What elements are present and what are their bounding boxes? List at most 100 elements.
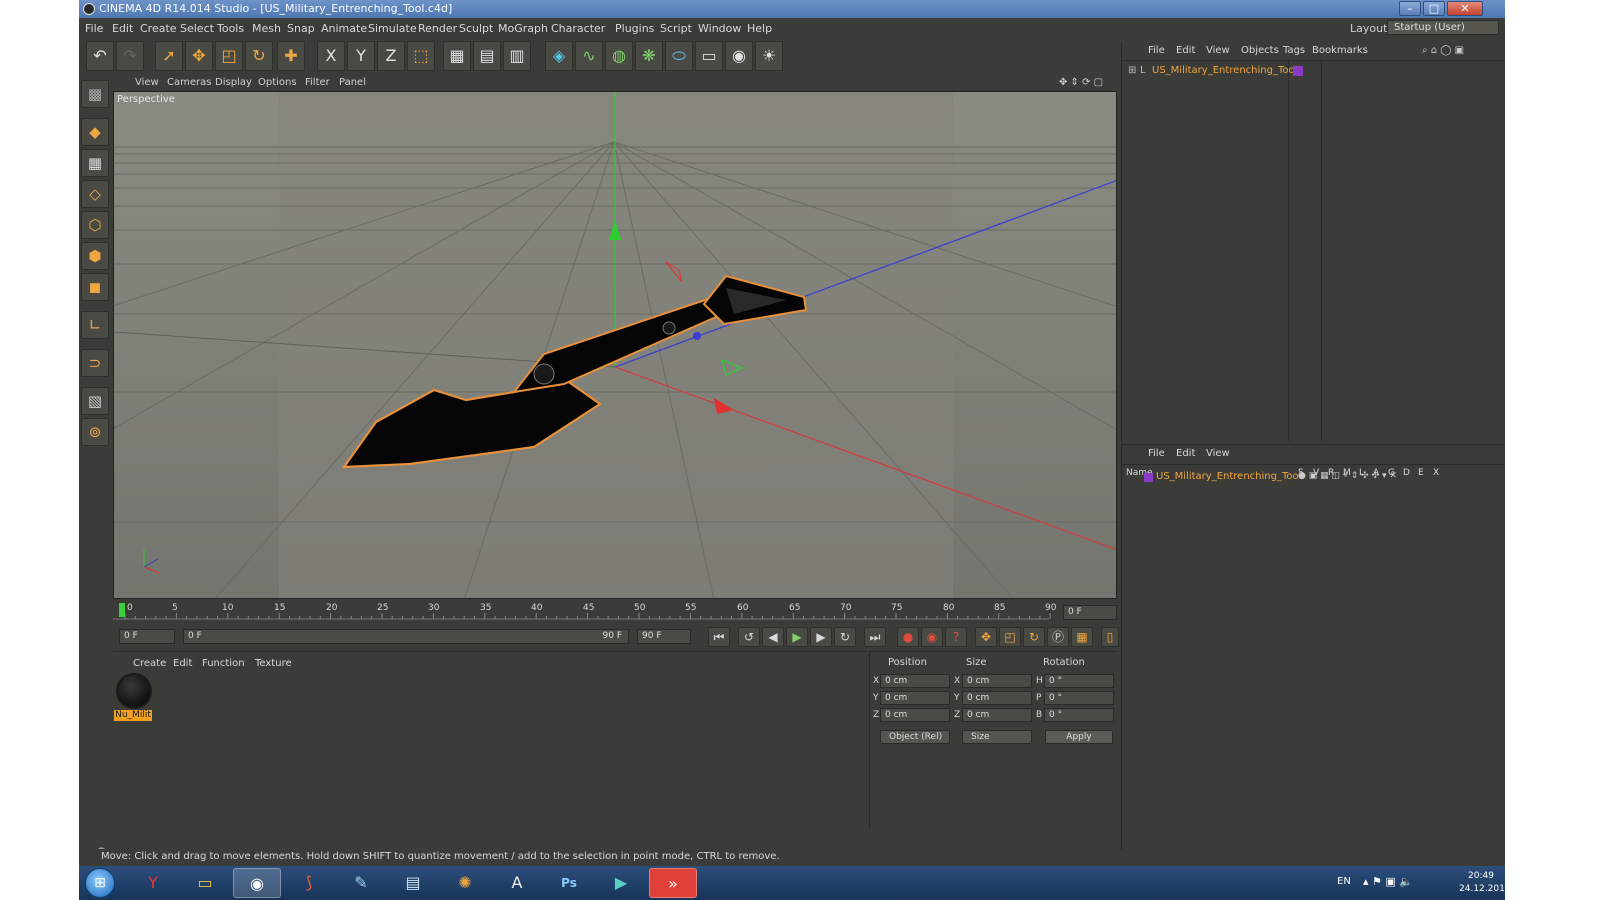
yandex-icon[interactable]: Y bbox=[129, 868, 177, 898]
om-menu-tags[interactable]: Tags bbox=[1283, 45, 1305, 56]
menu-snap[interactable]: Snap bbox=[287, 22, 315, 35]
maximize-button[interactable]: □ bbox=[1423, 1, 1445, 16]
move-icon[interactable]: ✥ bbox=[185, 41, 213, 71]
writer-icon[interactable]: A bbox=[493, 868, 541, 898]
layer-color-swatch[interactable] bbox=[1144, 473, 1153, 482]
autokey-icon[interactable]: ◉ bbox=[921, 627, 943, 647]
workplane-lock-icon[interactable]: ▧ bbox=[81, 387, 109, 415]
size-y-field[interactable]: 0 cm bbox=[962, 691, 1032, 705]
rotate-icon[interactable]: ↻ bbox=[245, 41, 273, 71]
viewport-menu-display[interactable]: Display bbox=[215, 77, 252, 88]
object-item-name[interactable]: US_Military_Entrenching_Tool bbox=[1152, 65, 1297, 76]
range-slider[interactable]: 0 F 90 F bbox=[183, 629, 629, 644]
material-swatch[interactable] bbox=[116, 673, 152, 709]
app-icon[interactable]: ⟆ bbox=[285, 868, 333, 898]
lm-menu-file[interactable]: File bbox=[1148, 448, 1165, 459]
om-menu-file[interactable]: File bbox=[1148, 45, 1165, 56]
layer-item-name[interactable]: US_Military_Entrenching_Tool bbox=[1156, 471, 1301, 482]
tray-icons[interactable]: ▴ ⚑ ▣ 🔈 bbox=[1363, 875, 1413, 888]
viewport-perspective[interactable]: Perspective bbox=[113, 91, 1117, 599]
layout-select[interactable]: Startup (User) bbox=[1387, 20, 1499, 35]
menu-file[interactable]: File bbox=[85, 22, 103, 35]
keyframe-selection-icon[interactable]: ? bbox=[945, 627, 967, 647]
explorer-icon[interactable]: ▭ bbox=[181, 868, 229, 898]
timeline-window-icon[interactable]: ▯ bbox=[1101, 627, 1119, 647]
snap-icon[interactable]: ⊃ bbox=[81, 349, 109, 377]
render-pv-icon[interactable]: ▤ bbox=[473, 41, 501, 71]
axis-mode-icon[interactable]: ∟ bbox=[81, 311, 109, 339]
viewport-menu-options[interactable]: Options bbox=[258, 77, 297, 88]
menu-render[interactable]: Render bbox=[418, 22, 457, 35]
render-settings-icon[interactable]: ▥ bbox=[503, 41, 531, 71]
start-frame-field[interactable]: 0 F bbox=[119, 629, 175, 644]
select-icon[interactable]: ➚ bbox=[155, 41, 183, 71]
layer-toggle-icons[interactable]: ● ▣ ▦ ◫ ⌖ ⇕ ✣ ✣ ▾ ✕ bbox=[1298, 471, 1397, 481]
texture-mode-icon[interactable]: ▦ bbox=[81, 149, 109, 177]
menu-character[interactable]: Character bbox=[551, 22, 605, 35]
grid-icon[interactable]: ⊚ bbox=[81, 418, 109, 446]
menu-create[interactable]: Create bbox=[140, 22, 177, 35]
apply-button[interactable]: Apply bbox=[1045, 730, 1113, 744]
go-end-icon[interactable]: ⏭ bbox=[864, 627, 886, 647]
calculator-icon[interactable]: ▤ bbox=[389, 868, 437, 898]
play-icon[interactable]: ▶ bbox=[786, 627, 808, 647]
media-icon[interactable]: ✺ bbox=[441, 868, 489, 898]
timeline-ruler[interactable]: 0 5 10 15 20 25 30 35 40 45 50 55 60 65 … bbox=[113, 601, 1117, 623]
light-icon[interactable]: ☀ bbox=[755, 41, 783, 71]
rot-h-field[interactable]: 0 ° bbox=[1044, 674, 1114, 688]
coord-mode-select[interactable]: Object (Rel) bbox=[880, 730, 950, 744]
system-clock[interactable]: 20:49 24.12.2019 bbox=[1459, 870, 1511, 896]
rot-p-field[interactable]: 0 ° bbox=[1044, 691, 1114, 705]
edges-mode-icon[interactable]: ⬢ bbox=[81, 242, 109, 270]
material-menu-create[interactable]: Create bbox=[133, 658, 166, 669]
pos-x-field[interactable]: 0 cm bbox=[880, 674, 950, 688]
om-menu-bookmarks[interactable]: Bookmarks bbox=[1312, 45, 1368, 56]
minimize-button[interactable]: – bbox=[1399, 1, 1421, 16]
size-x-field[interactable]: 0 cm bbox=[962, 674, 1032, 688]
cube-icon[interactable]: ◈ bbox=[545, 41, 573, 71]
key-scale-icon[interactable]: ◰ bbox=[999, 627, 1021, 647]
render-view-icon[interactable]: ▦ bbox=[443, 41, 471, 71]
menu-window[interactable]: Window bbox=[698, 22, 741, 35]
photoshop-icon[interactable]: Ps bbox=[545, 868, 593, 898]
material-menu-function[interactable]: Function bbox=[202, 658, 245, 669]
y-axis-icon[interactable]: Y bbox=[347, 41, 375, 71]
om-menu-view[interactable]: View bbox=[1206, 45, 1230, 56]
cinema4d-icon[interactable]: ◉ bbox=[233, 868, 281, 898]
prev-key-icon[interactable]: ↺ bbox=[738, 627, 760, 647]
lm-menu-view[interactable]: View bbox=[1206, 448, 1230, 459]
pos-y-field[interactable]: 0 cm bbox=[880, 691, 950, 705]
start-button[interactable]: ⊞ bbox=[85, 868, 115, 898]
menu-plugins[interactable]: Plugins bbox=[615, 22, 654, 35]
menu-tools[interactable]: Tools bbox=[217, 22, 244, 35]
viewport-menu-cameras[interactable]: Cameras bbox=[167, 77, 211, 88]
array-icon[interactable]: ❋ bbox=[635, 41, 663, 71]
points-mode-icon[interactable]: ⬡ bbox=[81, 211, 109, 239]
coord-system-icon[interactable]: ⬚ bbox=[407, 41, 435, 71]
end-frame-field[interactable]: 90 F bbox=[637, 629, 691, 644]
menu-edit[interactable]: Edit bbox=[112, 22, 133, 35]
scene-icon[interactable]: ▭ bbox=[695, 41, 723, 71]
scale-icon[interactable]: ◰ bbox=[215, 41, 243, 71]
undo-icon[interactable]: ↶ bbox=[86, 41, 114, 71]
current-frame-field[interactable]: 0 F bbox=[1063, 605, 1117, 620]
menu-mograph[interactable]: MoGraph bbox=[498, 22, 548, 35]
menu-mesh[interactable]: Mesh bbox=[252, 22, 281, 35]
language-indicator[interactable]: EN bbox=[1337, 876, 1351, 887]
prev-frame-icon[interactable]: ◀ bbox=[762, 627, 784, 647]
anydesk-icon[interactable]: » bbox=[649, 868, 697, 898]
menu-script[interactable]: Script bbox=[660, 22, 692, 35]
key-param-icon[interactable]: Ⓟ bbox=[1047, 627, 1069, 647]
add-icon[interactable]: ✚ bbox=[277, 41, 305, 71]
make-editable-icon[interactable]: ▩ bbox=[81, 80, 109, 108]
viewport-menu-panel[interactable]: Panel bbox=[339, 77, 366, 88]
nurbs-icon[interactable]: ◍ bbox=[605, 41, 633, 71]
material-menu-edit[interactable]: Edit bbox=[173, 658, 192, 669]
z-axis-icon[interactable]: Z bbox=[377, 41, 405, 71]
om-search-icon[interactable]: ⌕ ⌂ ◯ ▣ bbox=[1422, 45, 1464, 56]
menu-sculpt[interactable]: Sculpt bbox=[459, 22, 493, 35]
viewport-menu-filter[interactable]: Filter bbox=[305, 77, 330, 88]
size-z-field[interactable]: 0 cm bbox=[962, 708, 1032, 722]
key-pla-icon[interactable]: ▦ bbox=[1071, 627, 1093, 647]
key-rotation-icon[interactable]: ↻ bbox=[1023, 627, 1045, 647]
